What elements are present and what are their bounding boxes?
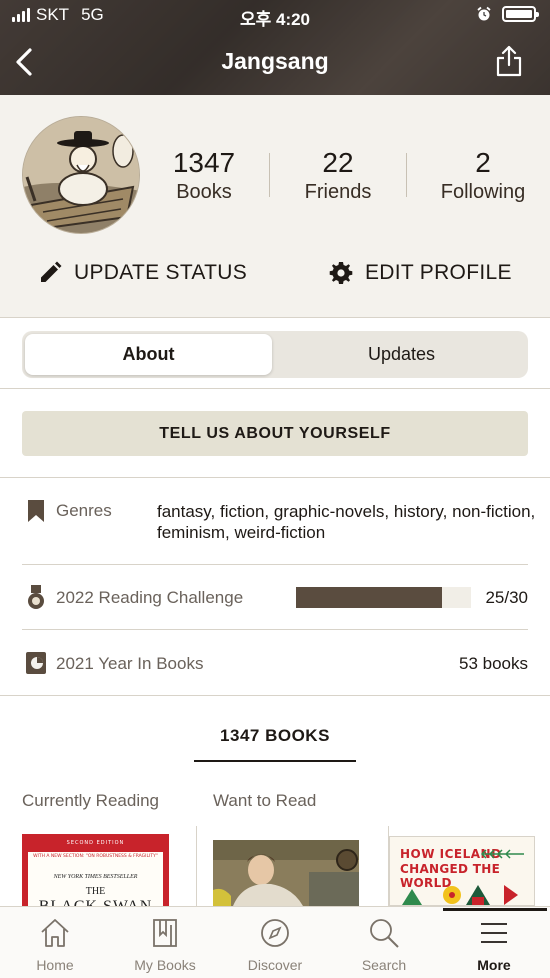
pencil-icon	[41, 261, 62, 282]
tab-discover-label: Discover	[247, 957, 303, 973]
tab-search[interactable]: Search	[339, 917, 429, 973]
year-in-books-label: 2021 Year In Books	[56, 654, 204, 673]
update-status-button[interactable]: UPDATE STATUS	[38, 261, 247, 285]
tab-more[interactable]: More	[449, 917, 539, 973]
compass-icon	[261, 919, 289, 947]
cover-painting-illustration	[213, 840, 359, 906]
avatar-illustration	[23, 117, 139, 233]
status-time: 오후 4:20	[239, 10, 311, 29]
page-title: Jangsang	[221, 48, 329, 74]
cover-tag: NEW YORK TIMES BESTSELLER	[53, 874, 138, 880]
divider	[0, 388, 550, 389]
stat-divider	[269, 153, 270, 197]
bookmark-icon	[28, 500, 44, 522]
stat-divider	[406, 153, 407, 197]
tab-bar: Home My Books Discover Search More	[0, 906, 550, 978]
menu-icon	[481, 923, 507, 943]
divider	[0, 477, 550, 478]
books-icon	[153, 919, 177, 947]
stat-following[interactable]: 2 Following	[434, 147, 532, 204]
tab-home[interactable]: Home	[10, 917, 100, 973]
challenge-progress-fill	[296, 587, 442, 608]
shelf-currently-reading[interactable]: Currently Reading	[22, 791, 159, 811]
edit-profile-button[interactable]: EDIT PROFILE	[329, 261, 512, 285]
challenge-value: 25/30	[485, 588, 528, 607]
profile-section: 1347 Books 22 Friends 2 Following UPDATE…	[0, 95, 550, 318]
tab-my-books[interactable]: My Books	[120, 917, 210, 973]
tab-home-label: Home	[36, 957, 74, 973]
shelf-want-to-read[interactable]: Want to Read	[213, 791, 316, 811]
avatar[interactable]	[22, 116, 140, 234]
year-book-icon	[26, 652, 46, 674]
search-icon	[370, 919, 399, 948]
stat-books[interactable]: 1347 Books	[160, 147, 248, 204]
tab-books[interactable]: 1347 BOOKS	[194, 722, 356, 762]
home-indicator	[443, 908, 547, 911]
cover-title: BLACK SWAN	[28, 898, 163, 906]
status-bar: SKT 5G 오후 4:20	[0, 0, 550, 32]
edit-profile-label: EDIT PROFILE	[365, 261, 512, 284]
update-status-label: UPDATE STATUS	[74, 261, 248, 284]
home-icon	[41, 919, 69, 947]
stat-friends-value: 22	[322, 147, 354, 178]
about-updates-toggle: About Updates	[22, 331, 528, 378]
tab-about[interactable]: About	[25, 334, 272, 375]
tab-more-label: More	[477, 957, 511, 973]
book-cover-painting[interactable]	[213, 840, 359, 906]
book-cover-how-iceland[interactable]: HOW ICELAND CHANGED THE WORLD	[389, 836, 535, 906]
genres-value: fantasy, fiction, graphic-novels, histor…	[157, 502, 536, 542]
divider	[22, 564, 528, 565]
stat-following-value: 2	[475, 147, 491, 178]
battery-icon	[502, 6, 539, 22]
tell-us-about-yourself-button[interactable]: TELL US ABOUT YOURSELF	[22, 411, 528, 456]
medal-icon	[28, 585, 44, 609]
tab-search-label: Search	[361, 957, 407, 973]
tab-discover[interactable]: Discover	[230, 917, 320, 973]
stat-following-label: Following	[440, 181, 526, 203]
tab-my-books-label: My Books	[134, 957, 196, 973]
cover-edition: SECOND EDITION	[66, 840, 125, 846]
stat-friends[interactable]: 22 Friends	[294, 147, 382, 204]
divider	[196, 826, 197, 911]
arrows-ornament-icon	[480, 849, 524, 859]
challenge-progress-bar	[296, 587, 471, 608]
share-icon[interactable]	[494, 44, 524, 78]
divider	[22, 629, 528, 630]
divider	[0, 695, 550, 696]
tab-updates[interactable]: Updates	[278, 334, 525, 375]
alarm-icon	[477, 6, 491, 21]
cover-ornament-icon	[402, 885, 518, 905]
book-cover-black-swan[interactable]: SECOND EDITION WITH A NEW SECTION: "ON R…	[22, 834, 169, 906]
gear-icon	[329, 262, 353, 284]
cover-pre-title: THE	[85, 886, 106, 897]
cover-subtitle: WITH A NEW SECTION: "ON ROBUSTNESS & FRA…	[33, 854, 158, 859]
stat-friends-label: Friends	[304, 181, 372, 203]
genres-label: Genres	[56, 501, 112, 520]
year-in-books-value: 53 books	[459, 654, 528, 673]
challenge-label: 2022 Reading Challenge	[56, 588, 244, 607]
stat-books-value: 1347	[172, 147, 236, 178]
stat-books-label: Books	[176, 181, 232, 203]
